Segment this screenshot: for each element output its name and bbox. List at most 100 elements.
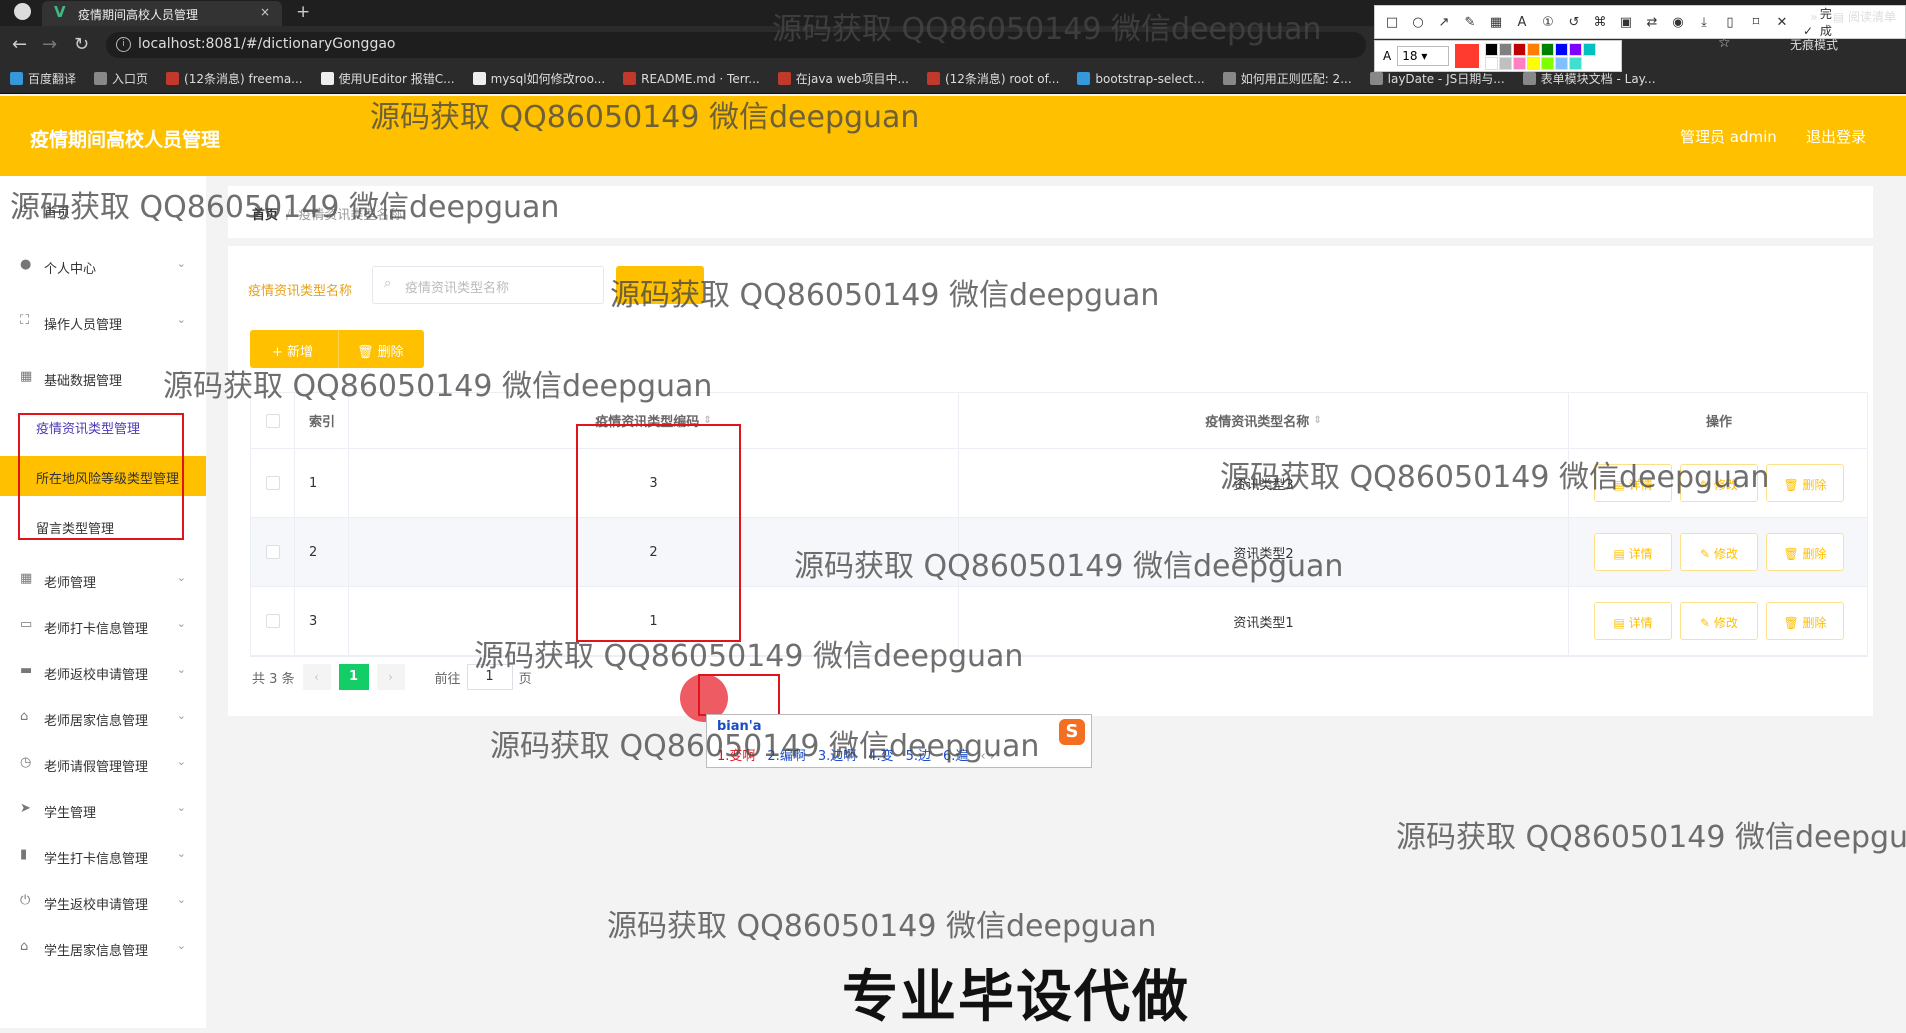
ime-candidate[interactable]: 5.边 xyxy=(906,749,931,764)
color-swatch[interactable] xyxy=(1499,56,1513,70)
number-tool-icon[interactable]: ① xyxy=(1539,15,1557,30)
sidebar-item[interactable]: ▭ 老师打卡信息管理 ⌄ xyxy=(0,606,206,646)
detail-button[interactable]: ▤ 详情 xyxy=(1594,533,1672,571)
breadcrumb-home[interactable]: 首页 xyxy=(252,208,278,223)
font-size-select[interactable]: 18 ▾ xyxy=(1397,46,1450,66)
record-icon[interactable]: ◉ xyxy=(1669,15,1687,30)
row-checkbox[interactable] xyxy=(265,545,280,559)
select-all-checkbox[interactable] xyxy=(265,413,280,428)
bookmark-item[interactable]: 如何用正则匹配: 2... xyxy=(1222,70,1352,87)
detail-button[interactable]: ▤ 详情 xyxy=(1594,602,1672,640)
edit-button[interactable]: ✎ 修改 xyxy=(1680,602,1758,640)
bookmark-item[interactable]: 使用UEditor 报错C... xyxy=(320,70,455,87)
bookmark-icon[interactable]: ⌑ xyxy=(1747,15,1765,30)
ime-candidate[interactable]: 4.变 xyxy=(868,749,893,764)
copy-icon[interactable]: ▯ xyxy=(1721,15,1739,30)
site-info-icon[interactable]: i xyxy=(116,37,131,52)
ime-candidate[interactable]: 1.变啊 xyxy=(717,749,755,764)
sidebar-item[interactable]: ➤ 学生管理 ⌄ xyxy=(0,790,206,830)
download-icon[interactable]: ⤓ xyxy=(1695,15,1713,30)
batch-delete-button[interactable]: 🗑 删除 xyxy=(338,330,424,368)
browser-menu-icon[interactable] xyxy=(14,3,31,20)
arrow-tool-icon[interactable]: ↗ xyxy=(1435,15,1453,30)
pen-tool-icon[interactable]: ✎ xyxy=(1461,15,1479,30)
new-tab-button[interactable]: + xyxy=(296,2,310,22)
text-tool-icon[interactable]: A xyxy=(1513,15,1531,30)
back-icon[interactable]: ← xyxy=(12,34,27,55)
sidebar-item[interactable]: ▬ 老师返校申请管理 ⌄ xyxy=(0,652,206,692)
bookmark-item[interactable]: 表单模块文档 - Lay... xyxy=(1522,70,1656,87)
search-button[interactable] xyxy=(616,266,704,304)
color-swatch[interactable] xyxy=(1499,42,1513,56)
color-swatch[interactable] xyxy=(1541,42,1555,56)
reload-icon[interactable]: ↻ xyxy=(74,34,89,55)
sidebar-item[interactable]: ⌂ 学生居家信息管理 ⌄ xyxy=(0,928,206,968)
sidebar-item-home[interactable]: ⌂ 首页 xyxy=(0,190,206,230)
translate-icon[interactable]: ⇄ xyxy=(1643,15,1661,30)
sidebar-item[interactable]: ▦ 老师管理 ⌄ xyxy=(0,560,206,600)
cancel-icon[interactable]: ✕ xyxy=(1773,15,1791,30)
bookmark-item[interactable]: 入口页 xyxy=(94,70,148,87)
bookmark-item[interactable]: 百度翻译 xyxy=(10,70,76,87)
sidebar-item[interactable]: ◷ 老师请假管理管理 ⌄ xyxy=(0,744,206,784)
prev-page-button[interactable]: ‹ xyxy=(302,664,331,690)
column-header-name[interactable]: 疫情资讯类型名称 ⇕ xyxy=(959,393,1569,448)
detail-button[interactable]: ▤ 详情 xyxy=(1594,464,1672,502)
edit-button[interactable]: ✎ 修改 xyxy=(1680,533,1758,571)
ime-candidate[interactable]: 2.编啊 xyxy=(767,749,805,764)
bookmark-item[interactable]: (12条消息) freema... xyxy=(166,70,303,87)
bookmarks-more-icon[interactable]: » xyxy=(1810,10,1817,24)
color-swatch[interactable] xyxy=(1485,56,1499,70)
pin-icon[interactable]: ⌘ xyxy=(1591,15,1609,30)
browser-tab[interactable]: V 疫情期间高校人员管理 × xyxy=(42,1,282,26)
row-checkbox[interactable] xyxy=(265,614,280,628)
color-swatch[interactable] xyxy=(1527,56,1541,70)
bookmark-item[interactable]: mysql如何修改roo... xyxy=(472,70,605,87)
sort-icon[interactable]: ⇕ xyxy=(1313,415,1321,426)
rectangle-tool-icon[interactable]: □ xyxy=(1383,15,1401,30)
ime-candidate[interactable]: 6.遍 xyxy=(943,749,968,764)
sidebar-item[interactable]: ⏻ 学生返校申请管理 ⌄ xyxy=(0,882,206,922)
goto-page-input[interactable]: 1 xyxy=(466,664,513,690)
row-checkbox[interactable] xyxy=(265,476,280,490)
color-swatch[interactable] xyxy=(1513,56,1527,70)
color-swatch[interactable] xyxy=(1583,42,1597,56)
sidebar-item[interactable]: ▮ 学生打卡信息管理 ⌄ xyxy=(0,836,206,876)
color-swatch[interactable] xyxy=(1485,42,1499,56)
delete-button[interactable]: 🗑 删除 xyxy=(1766,533,1844,571)
sidebar-item-personal[interactable]: ● 个人中心 ⌄ xyxy=(0,246,206,286)
bookmark-item[interactable]: README.md · Terr... xyxy=(623,72,760,86)
search-input[interactable]: ⌕ 疫情资讯类型名称 xyxy=(372,266,604,304)
url-input[interactable]: i localhost:8081/#/dictionaryGonggao xyxy=(106,32,1366,58)
forward-icon[interactable]: → xyxy=(42,34,57,55)
sidebar-item-basic-data[interactable]: ▦ 基础数据管理 ⌃ xyxy=(0,358,206,398)
color-swatch[interactable] xyxy=(1555,56,1569,70)
color-swatch[interactable] xyxy=(1569,56,1583,70)
add-button[interactable]: + 新增 xyxy=(250,330,338,368)
bookmark-item[interactable]: bootstrap-select... xyxy=(1077,72,1205,86)
tab-close-icon[interactable]: × xyxy=(260,5,270,19)
delete-button[interactable]: 🗑 删除 xyxy=(1766,602,1844,640)
current-color-swatch[interactable] xyxy=(1455,44,1480,68)
page-number-1[interactable]: 1 xyxy=(338,664,369,690)
admin-user-label[interactable]: 管理员 admin xyxy=(1680,126,1777,147)
bookmark-item[interactable]: (12条消息) root of... xyxy=(926,70,1059,87)
ime-candidate[interactable]: 3.边啊 xyxy=(818,749,856,764)
color-swatch[interactable] xyxy=(1527,42,1541,56)
color-swatch[interactable] xyxy=(1555,42,1569,56)
sidebar-item-operators[interactable]: ⛶ 操作人员管理 ⌄ xyxy=(0,302,206,342)
ime-page-arrows-icon[interactable]: ‹ › xyxy=(980,749,995,764)
edit-button[interactable]: ✎ 修改 xyxy=(1680,464,1758,502)
bookmark-item[interactable]: layDate - JS日期与... xyxy=(1369,70,1505,87)
next-page-button[interactable]: › xyxy=(376,664,405,690)
sidebar-item[interactable]: ⌂ 老师居家信息管理 ⌄ xyxy=(0,698,206,738)
color-swatch[interactable] xyxy=(1541,56,1555,70)
undo-icon[interactable]: ↺ xyxy=(1565,15,1583,30)
color-swatch[interactable] xyxy=(1513,42,1527,56)
logout-link[interactable]: 退出登录 xyxy=(1806,126,1866,147)
mosaic-tool-icon[interactable]: ▦ xyxy=(1487,15,1505,30)
reading-list-button[interactable]: » ▤ 阅读清单 xyxy=(1810,8,1896,25)
delete-button[interactable]: 🗑 删除 xyxy=(1766,464,1844,502)
ellipse-tool-icon[interactable]: ○ xyxy=(1409,15,1427,30)
bookmark-item[interactable]: 在java web项目中... xyxy=(777,70,909,87)
